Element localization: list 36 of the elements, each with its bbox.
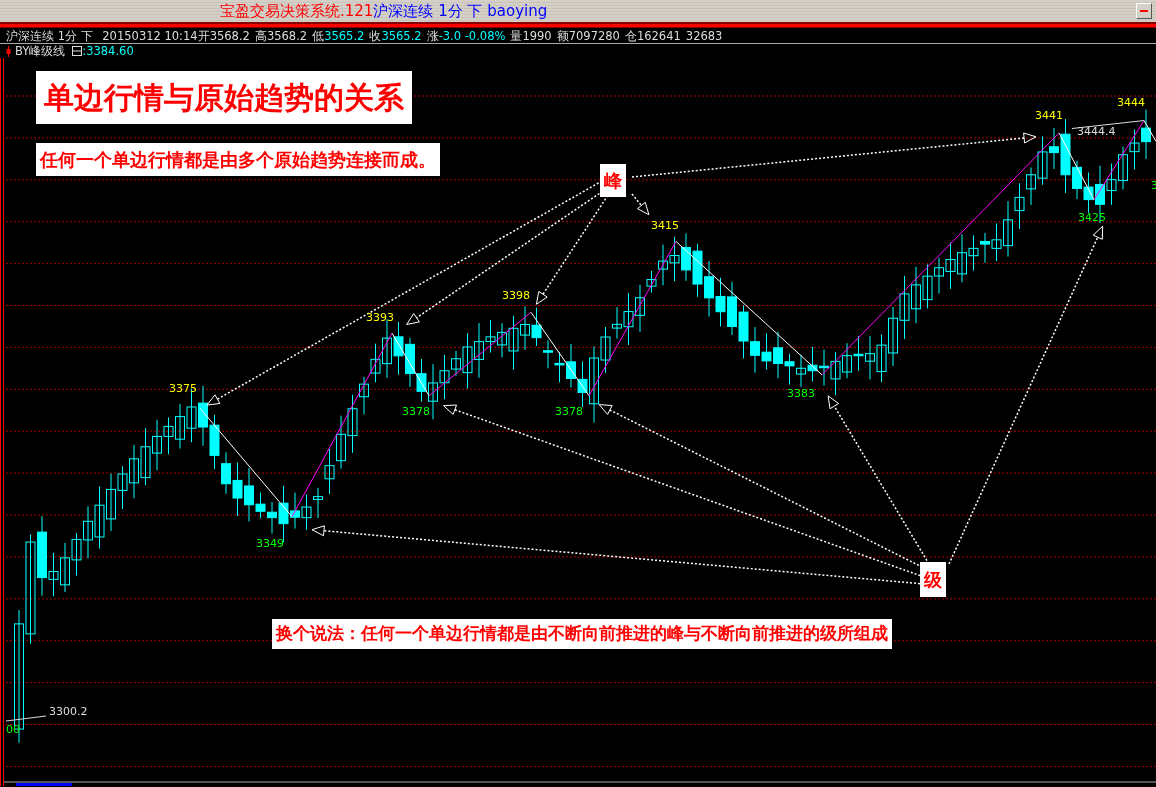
quote-value: -3.0 -0.08% bbox=[438, 29, 506, 43]
price-label: 3393 bbox=[366, 311, 394, 324]
quote-label: 涨 bbox=[426, 29, 439, 43]
quote-value: 3565.2 bbox=[381, 29, 422, 43]
quote-label: 高3568.2 bbox=[254, 29, 308, 43]
quote-label: 仓162641 bbox=[624, 29, 681, 43]
indicator-name: BY峰级线 bbox=[15, 44, 66, 58]
quote-label: 收 bbox=[369, 29, 382, 43]
note-text: 任何一个单边行情都是由多个原始趋势连接而成。 bbox=[36, 143, 440, 176]
price-label: 00 bbox=[6, 723, 20, 736]
quote-label: 量1990 bbox=[510, 29, 552, 43]
quote-label: 32683 bbox=[685, 29, 723, 43]
price-label: 3444 bbox=[1117, 96, 1145, 109]
symbol-label: 沪深连续 1分 下 bbox=[6, 29, 94, 43]
price-label: 3349 bbox=[256, 537, 284, 550]
level-tag: 级 bbox=[920, 562, 946, 597]
price-label: 3375 bbox=[169, 382, 197, 395]
price-label: 3415 bbox=[651, 219, 679, 232]
indicator-value: :3384.60 bbox=[82, 44, 134, 58]
summary-text: 换个说法：任何一个单边行情都是由不断向前推进的峰与不断向前推进的级所组成 bbox=[272, 619, 892, 649]
quote-label: 低 bbox=[312, 29, 325, 43]
quote-label: 20150312 10:14开3568.2 bbox=[102, 29, 250, 43]
window-caption: 沪深连续 1分 下 baoying bbox=[373, 1, 548, 22]
price-label: 3441 bbox=[1035, 109, 1063, 122]
price-label: 3378 bbox=[555, 405, 583, 418]
price-label: 3300.2 bbox=[49, 705, 88, 718]
price-label: 3444.4 bbox=[1077, 125, 1116, 138]
price-label: 3425 bbox=[1078, 211, 1106, 224]
chart-title: 单边行情与原始趋势的关系 bbox=[36, 71, 412, 124]
quote-label: 额7097280 bbox=[556, 29, 620, 43]
quote-value: 3565.2 bbox=[324, 29, 365, 43]
app-title: 宝盈交易决策系统.121 bbox=[220, 1, 374, 22]
price-label: 3398 bbox=[502, 289, 530, 302]
price-label: 3378 bbox=[402, 405, 430, 418]
price-label: 3383 bbox=[787, 387, 815, 400]
peak-tag: 峰 bbox=[600, 164, 626, 197]
